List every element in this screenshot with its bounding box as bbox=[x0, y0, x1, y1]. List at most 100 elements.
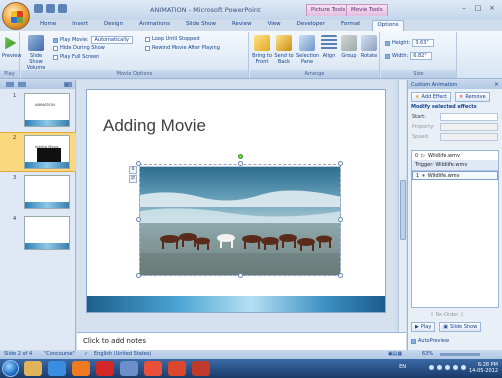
save-icon[interactable] bbox=[34, 4, 43, 13]
zoom-level[interactable]: 63% bbox=[422, 351, 433, 357]
view-buttons[interactable]: ▣▤▦ bbox=[388, 351, 402, 357]
outline-tab-icon[interactable] bbox=[18, 82, 26, 87]
slide-scrollbar[interactable] bbox=[398, 80, 406, 332]
slide-thumbnail[interactable] bbox=[24, 175, 70, 209]
resize-handle-bl[interactable] bbox=[136, 273, 141, 278]
undo-icon[interactable] bbox=[46, 4, 55, 13]
tab-format[interactable]: Format bbox=[337, 20, 364, 31]
loop-until-stopped-checkbox[interactable] bbox=[145, 36, 150, 42]
powerpoint-icon[interactable] bbox=[168, 361, 186, 376]
network-icon[interactable] bbox=[461, 365, 466, 370]
tab-home[interactable]: Home bbox=[36, 20, 60, 31]
tab-insert[interactable]: Insert bbox=[68, 20, 92, 31]
slide-thumbnail-row[interactable]: 3 bbox=[0, 173, 76, 213]
tab-developer[interactable]: Developer bbox=[293, 20, 329, 31]
rewind-after-playing-row[interactable]: Rewind Movie After Playing bbox=[145, 45, 220, 51]
play-button[interactable]: ▶ Play bbox=[411, 322, 436, 332]
explorer-icon[interactable] bbox=[24, 361, 42, 376]
height-input[interactable]: 3.63" bbox=[412, 39, 435, 47]
context-tab-movie-tools[interactable]: Movie Tools bbox=[346, 4, 388, 16]
preview-button[interactable]: Preview bbox=[2, 35, 21, 59]
slide-title[interactable]: Adding Movie bbox=[103, 116, 206, 136]
rotation-handle[interactable] bbox=[238, 154, 243, 159]
app-icon[interactable] bbox=[120, 361, 138, 376]
slide-thumbnail[interactable]: Adding Movie bbox=[24, 135, 70, 169]
close-icon[interactable]: × bbox=[64, 82, 72, 89]
remove-button[interactable]: ✕ Remove bbox=[455, 92, 490, 102]
slide-thumbnail[interactable] bbox=[24, 216, 70, 250]
browser-icon[interactable] bbox=[48, 361, 66, 376]
context-tab-picture-tools[interactable]: Picture Tools bbox=[306, 4, 351, 16]
rewind-after-playing-checkbox[interactable] bbox=[145, 45, 150, 51]
spellcheck-icon[interactable]: ✓ bbox=[84, 351, 88, 357]
play-full-screen-checkbox[interactable] bbox=[53, 54, 58, 60]
media-player-icon[interactable] bbox=[72, 361, 90, 376]
trigger-section-label[interactable]: Trigger: Wildlife.wmv bbox=[412, 160, 498, 171]
selection-pane-button[interactable]: Selection Pane bbox=[296, 35, 319, 65]
animation-order-tag[interactable]: 0 bbox=[129, 166, 137, 174]
start-dropdown[interactable] bbox=[440, 113, 498, 121]
slide-show-volume-button[interactable]: Slide Show Volume bbox=[23, 35, 49, 71]
slide-thumbnail-row[interactable]: 2 Adding Movie bbox=[0, 132, 76, 172]
slides-tab-icon[interactable] bbox=[6, 82, 14, 87]
resize-handle-r[interactable] bbox=[338, 217, 343, 222]
resize-handle-tl[interactable] bbox=[136, 161, 141, 166]
re-order-control[interactable]: ⇧ Re-Order ⇩ bbox=[430, 312, 464, 318]
width-input[interactable]: 6.82" bbox=[410, 52, 433, 60]
tray-icon[interactable] bbox=[445, 365, 450, 370]
tray-icon[interactable] bbox=[429, 365, 434, 370]
tab-design[interactable]: Design bbox=[100, 20, 127, 31]
tray-icon[interactable] bbox=[437, 365, 442, 370]
animation-list[interactable]: 0 ▷ Wildlife.wmv Trigger: Wildlife.wmv 1… bbox=[411, 150, 499, 308]
autopreview-checkbox[interactable] bbox=[411, 338, 416, 344]
tab-view[interactable]: View bbox=[264, 20, 285, 31]
redo-icon[interactable] bbox=[58, 4, 67, 13]
tab-animations[interactable]: Animations bbox=[135, 20, 174, 31]
add-effect-button[interactable]: ★ Add Effect bbox=[411, 92, 452, 102]
slide-show-button[interactable]: ▣ Slide Show bbox=[439, 322, 482, 332]
office-button[interactable] bbox=[2, 2, 30, 30]
arrow-up-icon[interactable]: ⇧ bbox=[430, 312, 434, 318]
start-button[interactable] bbox=[2, 360, 19, 377]
maximize-icon[interactable]: □ bbox=[472, 3, 484, 13]
resize-handle-tr[interactable] bbox=[338, 161, 343, 166]
bring-to-front-button[interactable]: Bring to Front bbox=[252, 35, 272, 65]
language-bar[interactable]: EN bbox=[399, 364, 406, 370]
group-button[interactable]: Group bbox=[340, 35, 358, 59]
close-icon[interactable]: × bbox=[486, 3, 498, 13]
play-full-screen-row[interactable]: Play Full Screen bbox=[53, 54, 99, 60]
rotate-button[interactable]: Rotate bbox=[360, 35, 378, 59]
resize-handle-l[interactable] bbox=[136, 217, 141, 222]
notes-pane[interactable]: Click to add notes bbox=[77, 332, 406, 350]
resize-handle-b[interactable] bbox=[238, 273, 243, 278]
send-to-back-button[interactable]: Send to Back bbox=[274, 35, 294, 65]
app-icon-2[interactable] bbox=[144, 361, 162, 376]
app-icon-3[interactable] bbox=[192, 361, 210, 376]
trigger-list-item[interactable]: 1 ⏸ Wildlife.wmv bbox=[412, 171, 498, 180]
trigger-tag-icon[interactable]: ⇄ bbox=[129, 175, 137, 183]
tab-options[interactable]: Options bbox=[372, 20, 404, 31]
volume-icon[interactable] bbox=[453, 365, 458, 370]
resize-handle-t[interactable] bbox=[238, 161, 243, 166]
animation-list-item[interactable]: 0 ▷ Wildlife.wmv bbox=[412, 151, 498, 160]
notes-placeholder[interactable]: Click to add notes bbox=[83, 337, 146, 345]
minimize-icon[interactable]: – bbox=[458, 3, 470, 13]
play-movie-dropdown[interactable]: Automatically bbox=[90, 36, 133, 44]
tab-review[interactable]: Review bbox=[228, 20, 256, 31]
zoom-slider[interactable] bbox=[440, 353, 480, 356]
hide-during-show-checkbox[interactable] bbox=[53, 45, 58, 51]
language-indicator[interactable]: English (United States) bbox=[94, 351, 151, 357]
hide-during-show-row[interactable]: Hide During Show bbox=[53, 45, 105, 51]
slide-canvas[interactable]: Adding Movie 0 ⇄ bbox=[86, 89, 386, 313]
close-icon[interactable]: × bbox=[494, 81, 499, 88]
loop-until-stopped-row[interactable]: Loop Until Stopped bbox=[145, 36, 200, 42]
arrow-down-icon[interactable]: ⇩ bbox=[460, 312, 464, 318]
slide-thumbnail[interactable]: ANIMATION bbox=[24, 93, 70, 127]
resize-handle-br[interactable] bbox=[338, 273, 343, 278]
align-button[interactable]: Align bbox=[320, 35, 338, 59]
slide-thumbnail-row[interactable]: 1 ANIMATION bbox=[0, 91, 76, 131]
slide-thumbnail-row[interactable]: 4 bbox=[0, 214, 76, 254]
autopreview-row[interactable]: AutoPreview bbox=[411, 338, 449, 344]
office-app-icon[interactable] bbox=[96, 361, 114, 376]
tab-slide-show[interactable]: Slide Show bbox=[182, 20, 220, 31]
